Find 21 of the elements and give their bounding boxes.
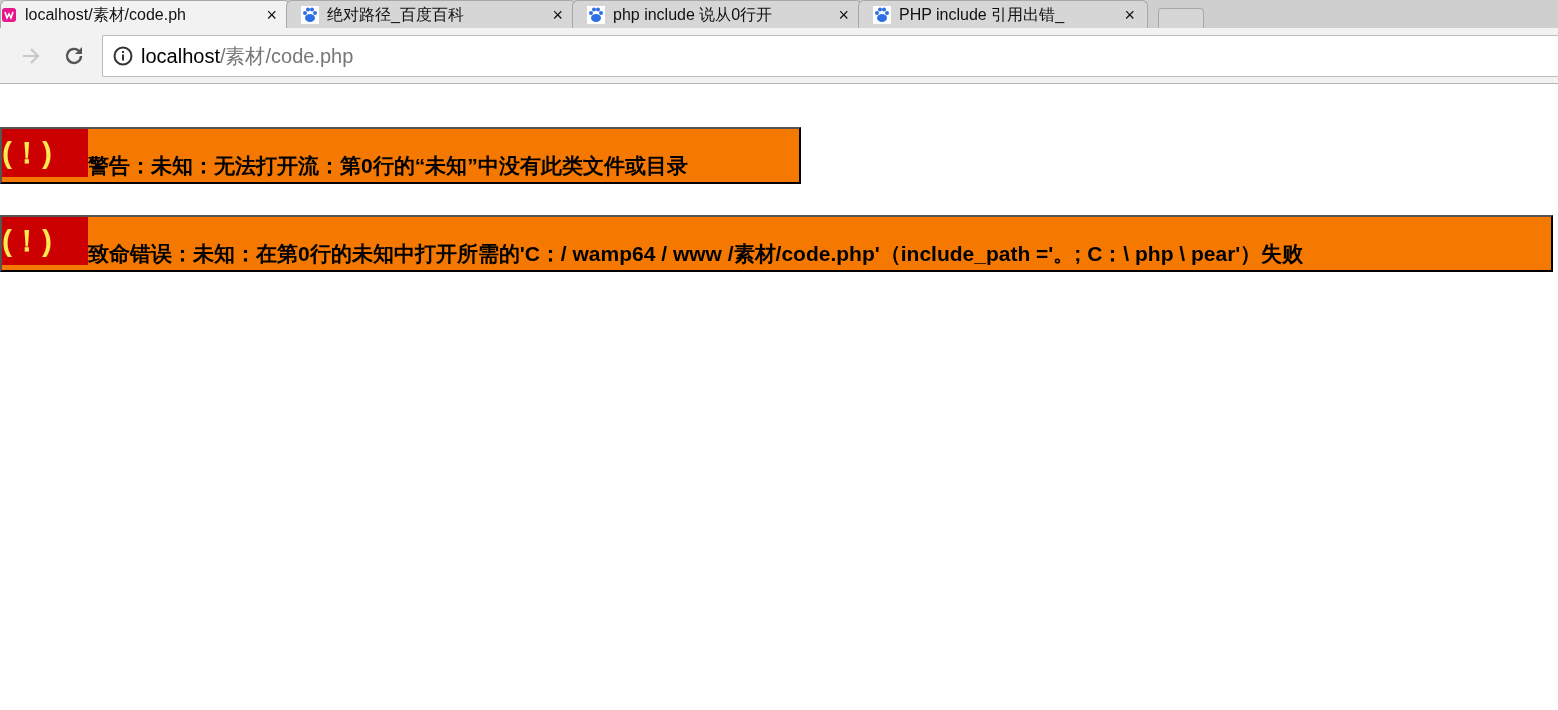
close-tab-button[interactable]: × [838,5,849,24]
tab-favicon-icon [1,6,17,23]
url-path: /素材/code.php [219,44,354,67]
tab-title: php include 说从0行开 [613,4,774,25]
error-message: 警告：未知：无法打开流：第0行的“未知”中没有此类文件或目录 [88,152,688,179]
url-host: localhost [141,44,220,67]
browser-tab[interactable]: PHP include 引用出错_ × [858,0,1148,28]
error-icon-label: (！) [2,129,88,177]
paw-icon [301,5,319,24]
tab-title: localhost/素材/code.ph [25,4,187,25]
close-tab-button[interactable]: × [266,5,277,24]
paw-icon [873,5,891,24]
close-tab-button[interactable]: × [1124,5,1135,24]
tab-title: 绝对路径_百度百科 [327,4,465,25]
error-message: 致命错误：未知：在第0行的未知中打开所需的'C：/ wamp64 / www /素材/code.php'（include_path ='。; C：\ php \ pear'）失败 [88,240,1304,267]
paw-icon [587,5,605,24]
close-tab-button[interactable]: × [552,5,563,24]
tab-title: PHP include 引用出错_ [899,4,1066,25]
error-icon-label: (！) [2,217,88,265]
address-bar[interactable]: localhost/素材/code.php [102,34,1558,77]
info-icon[interactable] [113,45,133,66]
